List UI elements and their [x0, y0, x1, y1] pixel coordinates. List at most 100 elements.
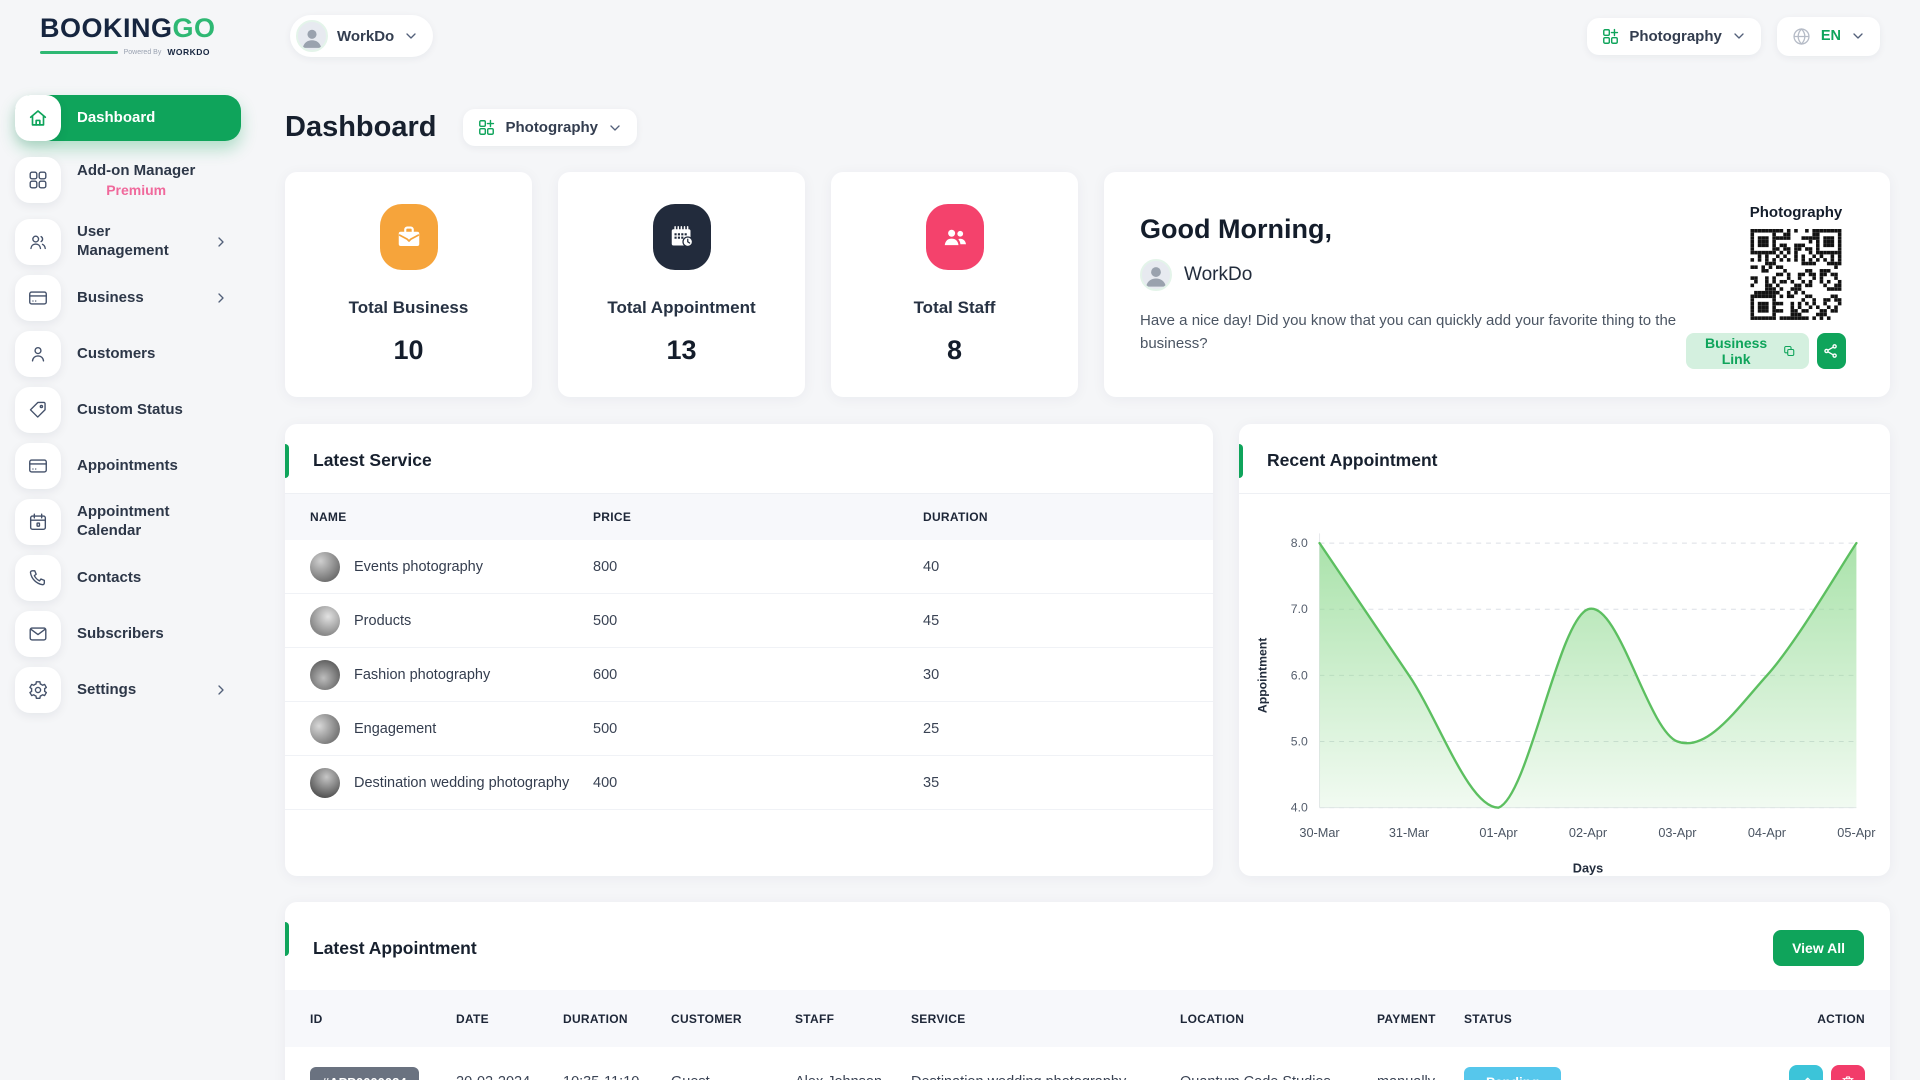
sidebar-item-label: Settings: [77, 681, 136, 700]
col-staff: STAFF: [795, 1012, 911, 1026]
stat-card-total-appointment: Total Appointment 13: [558, 172, 805, 397]
business-link-button[interactable]: Business Link: [1686, 333, 1809, 369]
service-row[interactable]: Destination wedding photography 400 35: [285, 756, 1213, 810]
sidebar-item-appointments[interactable]: Appointments: [15, 443, 241, 489]
person-silhouette-icon: [1142, 261, 1170, 289]
sidebar-item-contacts[interactable]: Contacts: [15, 555, 241, 601]
svg-text:05-Apr: 05-Apr: [1837, 825, 1876, 840]
delete-button[interactable]: [1831, 1065, 1865, 1080]
business-link-label: Business Link: [1698, 335, 1774, 367]
service-thumbnail: [310, 768, 340, 798]
view-all-button[interactable]: View All: [1773, 930, 1864, 966]
service-thumbnail: [310, 552, 340, 582]
svg-text:8.0: 8.0: [1291, 536, 1308, 550]
chart-layers: 4.05.06.07.08.030-Mar31-Mar01-Apr02-Apr0…: [1256, 533, 1876, 875]
briefcase-icon: [380, 204, 438, 270]
share-button[interactable]: [1817, 333, 1846, 369]
logo[interactable]: BOOKINGGO Powered By WORKDO: [40, 15, 272, 57]
col-name: NAME: [310, 510, 593, 524]
business-selector-page[interactable]: Photography: [463, 109, 637, 146]
sidebar-item-label: Add-on Manager: [77, 162, 195, 181]
logo-underline: [40, 51, 118, 54]
greeting-card: Good Morning, WorkDo Have a nice day! Di…: [1104, 172, 1890, 397]
appointment-staff: Alex Johnson: [795, 1074, 911, 1080]
svg-text:30-Mar: 30-Mar: [1299, 825, 1340, 840]
sidebar-item-business[interactable]: Business: [15, 275, 241, 321]
sidebar-item-label: Custom Status: [77, 401, 183, 420]
appointment-chart-svg: 4.05.06.07.08.030-Mar31-Mar01-Apr02-Apr0…: [1249, 502, 1876, 894]
edit-button[interactable]: [1789, 1065, 1823, 1080]
workspace-selector[interactable]: WorkDo: [290, 15, 433, 57]
language-value: EN: [1821, 28, 1841, 44]
appointment-table-header: ID DATE DURATION CUSTOMER STAFF SERVICE …: [285, 990, 1890, 1047]
sidebar-item-label: Appointments: [77, 457, 178, 476]
chevron-down-icon: [403, 28, 419, 44]
service-name: Events photography: [354, 559, 483, 575]
svg-text:31-Mar: 31-Mar: [1389, 825, 1430, 840]
sidebar-item-label: Appointment Calendar: [77, 503, 229, 541]
sidebar: Dashboard Add-on Manager Premium User Ma…: [15, 95, 241, 713]
gear-icon: [15, 667, 61, 713]
workspace-avatar: [296, 20, 328, 52]
svg-text:5.0: 5.0: [1291, 734, 1308, 748]
business-selector-value: Photography: [1629, 28, 1722, 45]
sidebar-item-appointment-calendar[interactable]: Appointment Calendar: [15, 499, 241, 545]
col-status: STATUS: [1464, 1012, 1722, 1026]
service-row[interactable]: Products 500 45: [285, 594, 1213, 648]
sidebar-item-custom-status[interactable]: Custom Status: [15, 387, 241, 433]
sidebar-item-customers[interactable]: Customers: [15, 331, 241, 377]
latest-appointment-card: Latest Appointment View All ID DATE DURA…: [285, 902, 1890, 1080]
service-duration: 45: [923, 613, 1188, 629]
trash-icon: [1840, 1074, 1856, 1080]
appointment-row: #APP0000024 20-02-2024 10:35-11:10 Guest…: [285, 1047, 1890, 1080]
language-selector[interactable]: EN: [1777, 17, 1880, 56]
person-icon: [15, 331, 61, 377]
logo-text: BOOKINGGO: [40, 15, 272, 42]
service-price: 800: [593, 559, 923, 575]
service-name: Destination wedding photography: [354, 775, 569, 791]
copy-icon: [1782, 342, 1796, 360]
col-duration: DURATION: [923, 510, 1188, 524]
home-icon: [15, 95, 61, 141]
latest-service-title: Latest Service: [313, 450, 432, 471]
stat-value: 10: [393, 335, 423, 366]
tag-icon: [15, 387, 61, 433]
service-thumbnail: [310, 714, 340, 744]
col-service: SERVICE: [911, 1012, 1180, 1026]
col-price: PRICE: [593, 510, 923, 524]
page-title: Dashboard: [285, 111, 436, 144]
logo-secondary: GO: [173, 13, 216, 43]
svg-text:02-Apr: 02-Apr: [1569, 825, 1608, 840]
svg-text:4.0: 4.0: [1291, 801, 1308, 815]
business-selector-topbar[interactable]: Photography: [1587, 18, 1761, 55]
qr-title: Photography: [1746, 204, 1846, 221]
service-duration: 30: [923, 667, 1188, 683]
service-table-header: NAME PRICE DURATION: [285, 494, 1213, 540]
service-thumbnail: [310, 660, 340, 690]
sidebar-item-label: User Management: [77, 223, 197, 261]
sidebar-item-addon-manager[interactable]: Add-on Manager Premium: [15, 151, 241, 209]
logo-primary: BOOKING: [40, 13, 173, 43]
stat-card-total-staff: Total Staff 8: [831, 172, 1078, 397]
chevron-right-icon: [213, 290, 229, 306]
col-id: ID: [310, 1012, 456, 1026]
main-content: Dashboard Photography Total Business 10 …: [285, 95, 1890, 1080]
stat-label: Total Staff: [914, 298, 996, 318]
sidebar-item-user-management[interactable]: User Management: [15, 219, 241, 265]
chevron-right-icon: [213, 234, 229, 250]
service-row[interactable]: Engagement 500 25: [285, 702, 1213, 756]
sidebar-item-dashboard[interactable]: Dashboard: [15, 95, 241, 141]
appointment-duration: 10:35-11:10: [563, 1074, 671, 1080]
sidebar-item-settings[interactable]: Settings: [15, 667, 241, 713]
users-icon: [15, 219, 61, 265]
service-row[interactable]: Fashion photography 600 30: [285, 648, 1213, 702]
service-row[interactable]: Events photography 800 40: [285, 540, 1213, 594]
grid-plus-icon: [477, 118, 496, 137]
sidebar-item-label: Dashboard: [77, 109, 155, 128]
topbar: BOOKINGGO Powered By WORKDO WorkDo Photo…: [0, 0, 1920, 72]
powered-by-brand: WORKDO: [167, 47, 210, 57]
sidebar-item-subscribers[interactable]: Subscribers: [15, 611, 241, 657]
col-location: LOCATION: [1180, 1012, 1377, 1026]
powered-by-label: Powered By: [124, 49, 162, 56]
logo-subline: Powered By WORKDO: [40, 47, 210, 57]
